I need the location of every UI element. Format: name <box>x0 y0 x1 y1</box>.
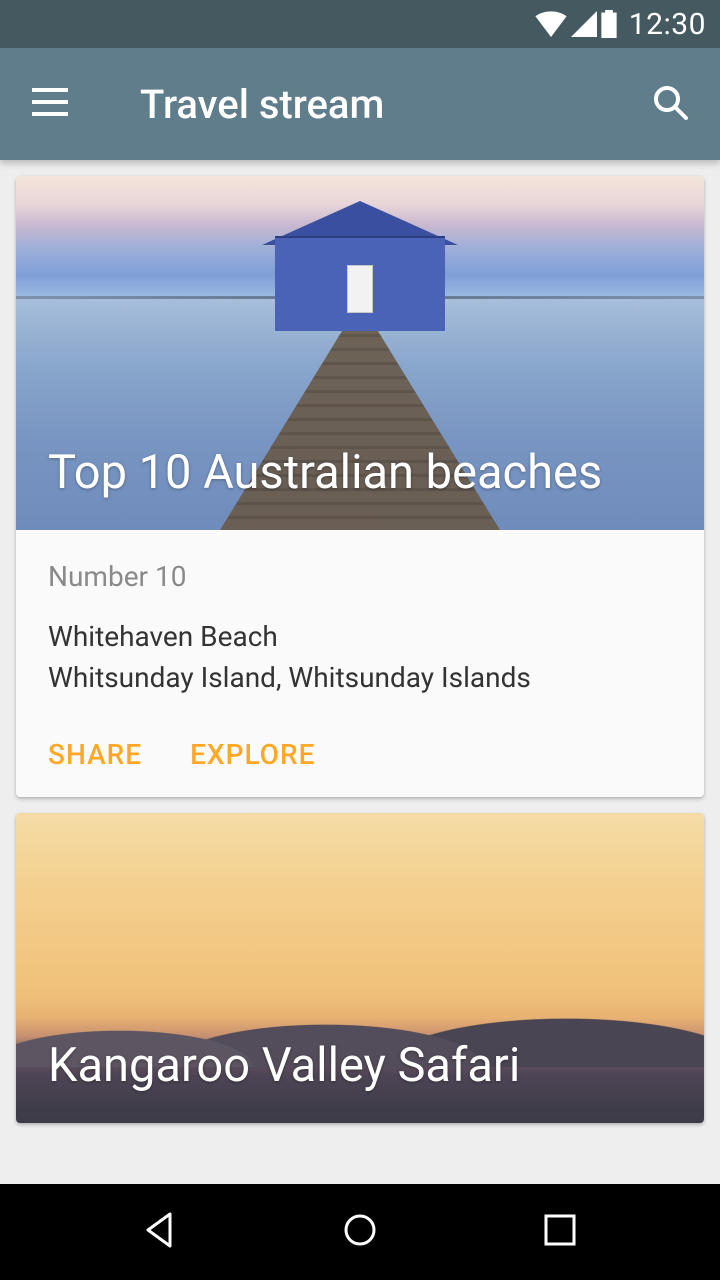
status-bar: 12:30 <box>0 0 720 48</box>
content-scroll[interactable]: Top 10 Australian beaches Number 10 Whit… <box>0 160 720 1184</box>
wifi-icon <box>535 11 567 37</box>
share-button[interactable]: SHARE <box>48 738 142 771</box>
card-image-title: Kangaroo Valley Safari <box>16 1038 552 1123</box>
home-button[interactable] <box>330 1202 390 1262</box>
app-bar-title: Travel stream <box>140 81 384 128</box>
card-image-title: Top 10 Australian beaches <box>16 445 634 530</box>
home-icon <box>340 1210 380 1254</box>
card-kangaroo-valley[interactable]: Kangaroo Valley Safari <box>16 813 704 1123</box>
card-text-line2: Whitsunday Island, Whitsunday Islands <box>48 658 672 699</box>
back-icon <box>140 1210 180 1254</box>
card-subtitle: Number 10 <box>48 560 672 593</box>
search-icon <box>650 82 690 126</box>
card-text-line1: Whitehaven Beach <box>48 617 672 658</box>
recents-button[interactable] <box>530 1202 590 1262</box>
system-nav-bar <box>0 1184 720 1280</box>
app-bar: Travel stream <box>0 48 720 160</box>
card-body: Number 10 Whitehaven Beach Whitsunday Is… <box>16 530 704 710</box>
status-time: 12:30 <box>629 7 706 42</box>
battery-icon <box>601 10 617 38</box>
menu-button[interactable] <box>28 82 72 126</box>
card-actions: SHARE EXPLORE <box>16 710 704 797</box>
search-button[interactable] <box>648 82 692 126</box>
back-button[interactable] <box>130 1202 190 1262</box>
card-media: Top 10 Australian beaches <box>16 176 704 530</box>
recents-icon <box>542 1212 578 1252</box>
card-media: Kangaroo Valley Safari <box>16 813 704 1123</box>
explore-button[interactable]: EXPLORE <box>190 738 315 771</box>
cellular-icon <box>571 11 597 37</box>
hamburger-icon <box>32 88 68 120</box>
card-australian-beaches[interactable]: Top 10 Australian beaches Number 10 Whit… <box>16 176 704 797</box>
